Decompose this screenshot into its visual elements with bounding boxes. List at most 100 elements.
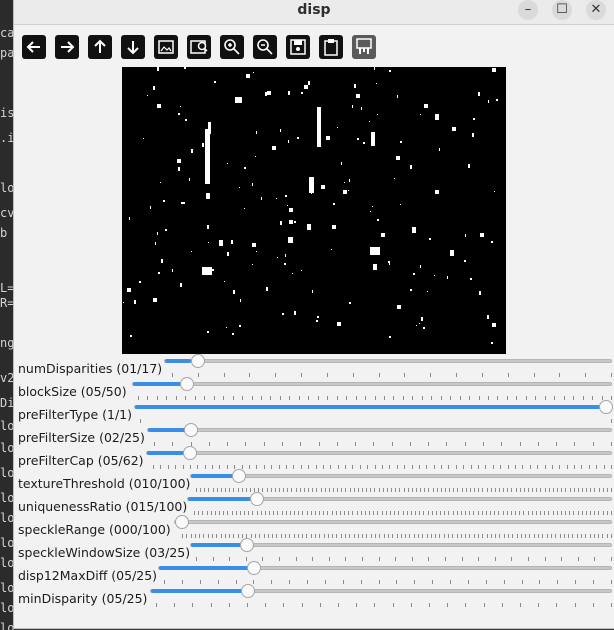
trackbar-tick (284, 534, 286, 538)
trackbar-fill (188, 497, 252, 501)
trackbar-tick (436, 488, 438, 492)
up-button[interactable] (88, 35, 112, 59)
trackbar-tick (457, 488, 459, 492)
trackbar-tick (552, 488, 554, 492)
trackbar-track[interactable] (134, 400, 613, 414)
trackbar-tick (411, 488, 413, 492)
trackbar-tick (214, 511, 216, 515)
trackbar-tick (592, 396, 594, 400)
image-zoom-button[interactable] (187, 35, 211, 59)
trackbar-tick (568, 534, 570, 538)
trackbar-handle[interactable] (231, 469, 246, 483)
trackbar-tick (249, 488, 251, 492)
trackbar-tick (357, 534, 359, 538)
trackbar-tick (308, 396, 310, 400)
trackbar-track[interactable] (147, 423, 612, 437)
trackbar-tick (478, 465, 480, 469)
trackbar-tick (525, 396, 527, 400)
trackbar-track[interactable] (187, 492, 612, 506)
trackbar-track[interactable] (150, 584, 612, 598)
back-button[interactable] (22, 35, 46, 59)
trackbar-tick (516, 396, 518, 400)
trackbar-tick (362, 557, 363, 561)
trackbar-handle[interactable] (240, 584, 255, 598)
down-button[interactable] (121, 35, 145, 59)
trackbar-track[interactable] (158, 561, 612, 575)
disparity-speckle (363, 142, 365, 144)
trackbar-tick (357, 488, 359, 492)
disparity-speckle (294, 311, 296, 315)
trackbar-tick (167, 465, 169, 469)
trackbar-label: preFilterSize (02/25) (18, 430, 145, 445)
trackbar-tick (606, 534, 608, 538)
trackbar-handle[interactable] (190, 354, 205, 368)
trackbar-handle[interactable] (184, 423, 199, 437)
trackbar-tick (481, 373, 483, 377)
trackbar-tick (392, 603, 394, 607)
trackbar-tick (465, 534, 467, 538)
trackbar-tick (586, 488, 588, 492)
trackbar-tick (206, 511, 208, 515)
disparity-speckle (373, 264, 377, 270)
properties-button[interactable] (352, 35, 376, 59)
trackbar-handle[interactable] (175, 515, 189, 529)
trackbar-tick (378, 373, 380, 377)
trackbar-tick (497, 396, 499, 400)
maximize-button[interactable]: ☐ (552, 0, 572, 20)
trackbar-tick (353, 534, 355, 538)
save-button[interactable] (286, 35, 310, 59)
trackbar-tick (606, 488, 608, 492)
trackbar-handle[interactable] (239, 538, 254, 552)
trackbar-tick (577, 511, 579, 515)
forward-button[interactable] (55, 35, 79, 59)
trackbar-tick (428, 488, 430, 492)
trackbar-handle[interactable] (247, 561, 261, 575)
trackbar-tick (563, 396, 565, 400)
disparity-speckle (410, 165, 412, 169)
trackbar-track[interactable] (190, 469, 612, 483)
trackbar-track[interactable] (190, 538, 612, 552)
trackbar-preFilterType: preFilterType (1/1) (14, 400, 614, 426)
trackbar-tick (559, 534, 561, 538)
trackbar-tick (426, 465, 428, 469)
disparity-speckle (246, 74, 250, 78)
disparity-speckle (127, 288, 131, 292)
disparity-speckle (277, 257, 278, 258)
trackbar-tick (499, 534, 501, 538)
trackbar-tick (237, 534, 239, 538)
trackbar-tick (266, 488, 268, 492)
toolbar (14, 30, 614, 64)
trackbar-handle[interactable] (179, 377, 194, 391)
trackbar-track[interactable] (164, 354, 612, 368)
trackbar-tick (383, 396, 385, 400)
trackbar-handle[interactable] (183, 446, 198, 460)
trackbar-tick (433, 465, 435, 469)
trackbar-tick (478, 534, 479, 538)
trackbar-track[interactable] (174, 515, 612, 529)
trackbar-tick (208, 442, 210, 446)
zoom-in-button[interactable] (220, 35, 244, 59)
trackbar-tick (323, 511, 325, 515)
trackbar-handle[interactable] (599, 400, 613, 414)
disparity-speckle (309, 177, 314, 193)
trackbar-tick (370, 534, 372, 538)
copy-button[interactable] (319, 35, 343, 59)
trackbar-track[interactable] (132, 377, 612, 391)
trackbar-tick (203, 534, 205, 538)
trackbar-tick (253, 580, 255, 584)
image-button[interactable] (154, 35, 178, 59)
trackbar-tick (324, 580, 326, 584)
trackbar-tick (291, 488, 293, 492)
disparity-speckle (244, 208, 245, 209)
trackbar-tick (594, 557, 596, 561)
close-button[interactable]: ✕ (586, 0, 606, 20)
trackbar-tick (362, 488, 363, 492)
trackbar-handle[interactable] (249, 492, 264, 506)
disparity-map-image[interactable] (122, 67, 506, 354)
zoom-out-button[interactable] (253, 35, 277, 59)
trackbar-tick (556, 442, 558, 446)
minimize-button[interactable]: – (518, 0, 538, 20)
trackbar-tick (345, 465, 347, 469)
trackbar-track[interactable] (146, 446, 612, 460)
disparity-speckle (349, 179, 350, 182)
